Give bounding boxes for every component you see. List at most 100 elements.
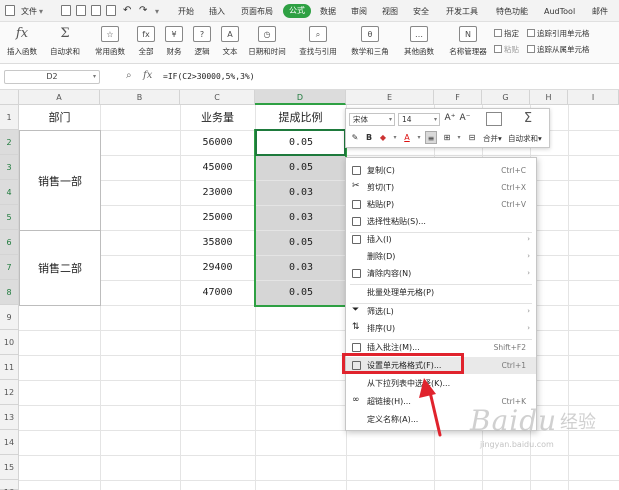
row-header[interactable]: 7 [0,255,19,280]
font-name-select[interactable]: 宋体 ▾ [349,113,395,126]
formula-input[interactable]: =IF(C2>30000,5%,3%) [163,72,255,81]
column-header-g[interactable]: G [482,90,530,105]
logic-functions-button[interactable]: ? 逻辑 [188,25,216,61]
cell-rate[interactable]: 0.03 [256,206,346,230]
cell-rate[interactable]: 0.05 [256,281,346,305]
cell-rate[interactable]: 0.05 [256,231,346,255]
trace-precedents-button[interactable]: 追踪引用单元格 [527,28,590,39]
cell-c1[interactable]: 业务量 [180,105,255,130]
tab-special-features[interactable]: 特色功能 [496,5,528,18]
tab-data[interactable]: 数据 [320,5,336,18]
cell-sales[interactable]: 29400 [180,255,255,280]
autosum-mini-button[interactable]: 自动求和▾ [508,133,542,144]
finance-functions-button[interactable]: ¥ 财务 [160,25,188,61]
menu-item-batch-process[interactable]: 批量处理单元格(P) [346,284,536,301]
tab-mail[interactable]: 邮件 [592,5,608,18]
autosum-button[interactable]: Σ 自动求和 [44,25,86,61]
cell-rate[interactable]: 0.03 [256,256,346,280]
cell-rate[interactable]: 0.05 [256,156,346,180]
datetime-functions-button[interactable]: ◷ 日期和时间 [244,25,290,61]
print-preview-icon[interactable] [106,5,116,16]
menu-item-delete[interactable]: 删除(D) › [346,248,536,265]
column-header-f[interactable]: F [434,90,482,105]
undo-icon[interactable]: ↶ [123,4,131,17]
lookup-functions-button[interactable]: ⌕ 查找与引用 [294,25,342,61]
row-header[interactable]: 4 [0,180,19,205]
merge-cells-button[interactable]: 合并▾ [483,133,502,144]
font-size-select[interactable]: 14 ▾ [398,113,440,126]
row-header[interactable]: 11 [0,355,19,380]
quick-access-more-icon[interactable]: ▾ [155,5,159,18]
export-icon[interactable] [76,5,86,16]
tab-view[interactable]: 视图 [382,5,398,18]
column-header-a[interactable]: A [19,90,100,105]
print-icon[interactable] [91,5,101,16]
common-functions-button[interactable]: ☆ 常用函数 [88,25,132,61]
trace-dependents-button[interactable]: 追踪从属单元格 [527,44,590,55]
menu-item-insert[interactable]: 插入(I) › [346,231,536,248]
sigma-icon[interactable]: Σ [520,112,536,126]
column-header-h[interactable]: H [530,90,568,105]
file-dropdown-icon[interactable]: ▾ [39,5,43,18]
menu-item-paste-special[interactable]: 选择性粘贴(S)... [346,213,536,230]
cell-rate[interactable]: 0.03 [256,181,346,205]
row-header[interactable]: 3 [0,155,19,180]
row-header[interactable]: 8 [0,280,19,305]
bold-button[interactable]: B [363,131,375,144]
name-box[interactable]: D2 ▾ [4,70,100,84]
row-header[interactable]: 10 [0,330,19,355]
cell-d1[interactable]: 提成比例 [255,105,346,130]
merge-cells-icon[interactable] [486,112,502,126]
row-header[interactable]: 12 [0,380,19,405]
fill-color-icon[interactable]: ◆ [377,131,389,144]
format-painter-icon[interactable]: ✎ [349,131,361,144]
tab-security[interactable]: 安全 [413,5,429,18]
tab-insert[interactable]: 插入 [209,5,225,18]
row-header[interactable]: 15 [0,455,19,480]
text-functions-button[interactable]: A 文本 [216,25,244,61]
column-header-b[interactable]: B [100,90,180,105]
column-header-d[interactable]: D [255,90,346,105]
paste-name-button[interactable]: 粘贴 [494,44,519,55]
menu-item-copy[interactable]: 复制(C) Ctrl+C [346,162,536,179]
row-header[interactable]: 14 [0,430,19,455]
cell-a2-merged[interactable]: 销售一部 [19,130,101,231]
save-icon[interactable] [61,5,71,16]
increase-font-icon[interactable]: A⁺ [444,112,456,125]
row-header[interactable]: 5 [0,205,19,230]
row-header[interactable]: 1 [0,105,19,130]
menu-item-paste[interactable]: 粘贴(P) Ctrl+V [346,196,536,213]
column-header-i[interactable]: I [568,90,619,105]
column-header-e[interactable]: E [346,90,434,105]
cell-sales[interactable]: 56000 [180,130,255,155]
tab-review[interactable]: 审阅 [351,5,367,18]
tab-formulas[interactable]: 公式 [283,4,311,18]
align-center-icon[interactable]: ≡ [425,131,437,144]
tab-page-layout[interactable]: 页面布局 [241,5,273,18]
row-header[interactable]: 2 [0,130,19,155]
fx-icon[interactable]: fx [143,70,152,81]
cell-sales[interactable]: 47000 [180,280,255,305]
tab-home[interactable]: 开始 [178,5,194,18]
font-color-icon[interactable]: A [401,131,413,144]
cell-a6-merged[interactable]: 销售二部 [19,230,101,306]
cell-a1[interactable]: 部门 [19,105,100,130]
other-functions-button[interactable]: … 其他函数 [398,25,440,61]
zoom-icon[interactable]: ⌕ [126,70,132,81]
row-header[interactable]: 13 [0,405,19,430]
insert-function-button[interactable]: fx 插入函数 [2,25,42,61]
name-box-dropdown-icon[interactable]: ▾ [93,71,96,83]
row-header[interactable]: 9 [0,305,19,330]
cell-sales[interactable]: 23000 [180,180,255,205]
column-header-c[interactable]: C [180,90,255,105]
redo-icon[interactable]: ↷ [139,4,147,17]
menu-file[interactable]: 文件 [21,5,37,18]
cell-sales[interactable]: 35800 [180,230,255,255]
menu-hamburger-icon[interactable] [5,5,15,16]
all-functions-button[interactable]: fx 全部 [132,25,160,61]
menu-item-filter[interactable]: ⏷ 筛选(L) › [346,303,536,320]
menu-item-clear-contents[interactable]: 清除内容(N) › [346,265,536,282]
decrease-font-icon[interactable]: A⁻ [459,112,471,125]
math-functions-button[interactable]: θ 数学和三角 [346,25,394,61]
borders-icon[interactable]: ⊞ [441,131,453,144]
